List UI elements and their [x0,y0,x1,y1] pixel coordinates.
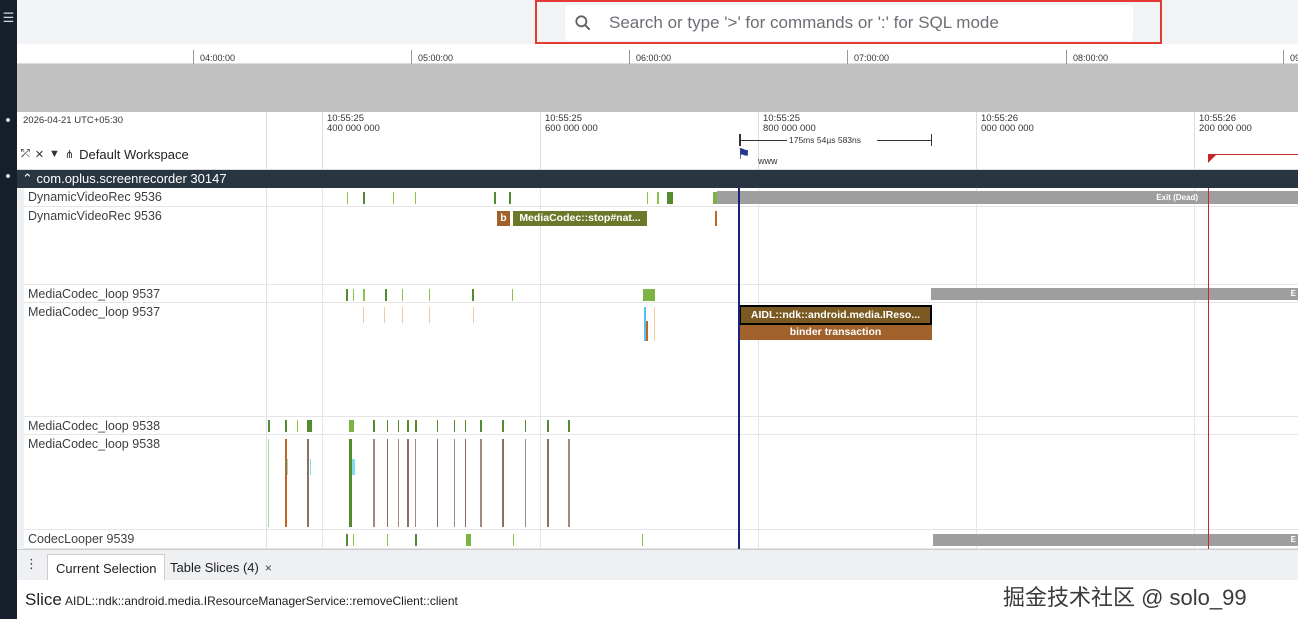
menu-icon[interactable]: ☰ [0,10,17,26]
thread-state-track[interactable]: MediaCodec_loop 9537 E [17,285,1298,303]
workspace-bar: ⤱ ✕ ▼ ⋔ Default Workspace [21,145,189,163]
aidl-slice-selected[interactable]: AIDL::ndk::android.media.IReso... [739,305,932,325]
overview-tick: 05:00:00 [418,53,454,63]
details-title: Slice [25,590,62,609]
top-bar [17,0,1298,44]
collapse-icon[interactable]: ⤱ [21,148,30,161]
time-tick: 10:55:25 400 000 000 [322,112,380,170]
overview-tick: 07:00:00 [854,53,890,63]
track-name: MediaCodec_loop 9537 [28,305,161,319]
slice-b[interactable]: b [497,211,510,226]
search-icon [575,15,591,31]
time-tick: 10:55:25 600 000 000 [540,112,598,170]
marker-line [1208,154,1298,155]
tab-table-slices[interactable]: Table Slices (4) × [162,554,280,581]
time-tick: 10:55:26 200 000 000 [1194,112,1252,170]
binder-transaction-slice[interactable]: binder transaction [739,325,932,340]
overview-axis: 04:00:00 05:00:00 06:00:00 07:00:00 08:0… [17,44,1298,64]
marker-flag[interactable] [1208,154,1217,163]
overview-tick: 08:00:00 [1073,53,1109,63]
overview-brush[interactable] [17,64,1298,112]
selection-cursor-line [738,188,740,549]
filter-icon[interactable]: ▼ [49,148,60,160]
workspace-label[interactable]: Default Workspace [79,147,189,162]
omnibox[interactable] [565,5,1133,41]
workspace-icon[interactable]: ⋔ [65,148,74,161]
trace-date: 2026-04-21 UTC+05:30 [23,115,124,126]
marker-red-line [1208,188,1209,549]
flag-label: www [758,156,778,166]
bottom-tab-bar: ⋮ Current Selection Table Slices (4) × [17,549,1298,581]
thread-state-track[interactable]: DynamicVideoRec 9536 Exit (Dead) [17,188,1298,207]
track-name: DynamicVideoRec 9536 [28,190,162,204]
duration-text: 175ms 54µs 583ns [789,135,861,145]
close-icon[interactable]: × [265,561,272,575]
chevron-up-icon[interactable]: ⌃ [22,171,33,186]
track-name: DynamicVideoRec 9536 [28,209,162,223]
exit-dead-slice[interactable]: Exit (Dead) [717,191,1298,204]
flag-icon[interactable]: ⚑ [737,145,750,163]
thread-state-track[interactable]: CodecLooper 9539 E [17,530,1298,549]
process-header[interactable]: ⌃ com.oplus.screenrecorder 30147 [17,170,1298,188]
sidebar-dot [6,118,10,122]
details-panel: Slice AIDL::ndk::android.media.IResource… [17,580,1298,619]
header-left-panel: 2026-04-21 UTC+05:30 ⤱ ✕ ▼ ⋔ Default Wor… [17,112,267,170]
search-input[interactable] [609,5,1129,41]
duration-measure: 175ms 54µs 583ns [739,134,932,146]
track-name: MediaCodec_loop 9538 [28,419,161,433]
track-name: MediaCodec_loop 9538 [28,437,161,451]
track-name: MediaCodec_loop 9537 [28,287,161,301]
tab-current-selection[interactable]: Current Selection [47,554,166,581]
details-slice-name: AIDL::ndk::android.media.IResourceManage… [65,594,458,608]
process-name: com.oplus.screenrecorder 30147 [36,171,227,186]
sidebar-strip: ☰ [0,0,17,619]
slice-track[interactable]: MediaCodec_loop 9538 [17,435,1298,530]
perfetto-ui: ☰ 04:00:00 05:00:00 06:00:00 07:00:00 08… [0,0,1298,619]
track-name: CodecLooper 9539 [28,532,135,546]
slice-track[interactable]: DynamicVideoRec 9536 b MediaCodec::stop#… [17,207,1298,285]
tracks-area: DynamicVideoRec 9536 Exit (Dead) Dynamic… [17,188,1298,549]
overview-tick: 06:00:00 [636,53,672,63]
sidebar-dot [6,174,10,178]
slice-track[interactable]: MediaCodec_loop 9537 AIDL::ndk::android.… [17,303,1298,417]
overview-tick: 09 [1290,53,1298,63]
exit-slice[interactable]: E [931,288,1298,300]
kebab-icon[interactable]: ⋮ [25,556,38,572]
exit-slice[interactable]: E [933,534,1298,546]
track-gutter [17,188,24,549]
mediacodec-stop-slice[interactable]: MediaCodec::stop#nat... [513,211,647,226]
overview-tick: 04:00:00 [200,53,236,63]
watermark: 掘金技术社区 @ solo_99 [1003,585,1247,610]
thread-state-track[interactable]: MediaCodec_loop 9538 [17,417,1298,435]
search-highlight [535,0,1162,44]
pin-off-icon[interactable]: ✕ [35,148,44,161]
time-tick: 10:55:26 000 000 000 [976,112,1034,170]
time-axis-header: 2026-04-21 UTC+05:30 ⤱ ✕ ▼ ⋔ Default Wor… [17,112,1298,170]
